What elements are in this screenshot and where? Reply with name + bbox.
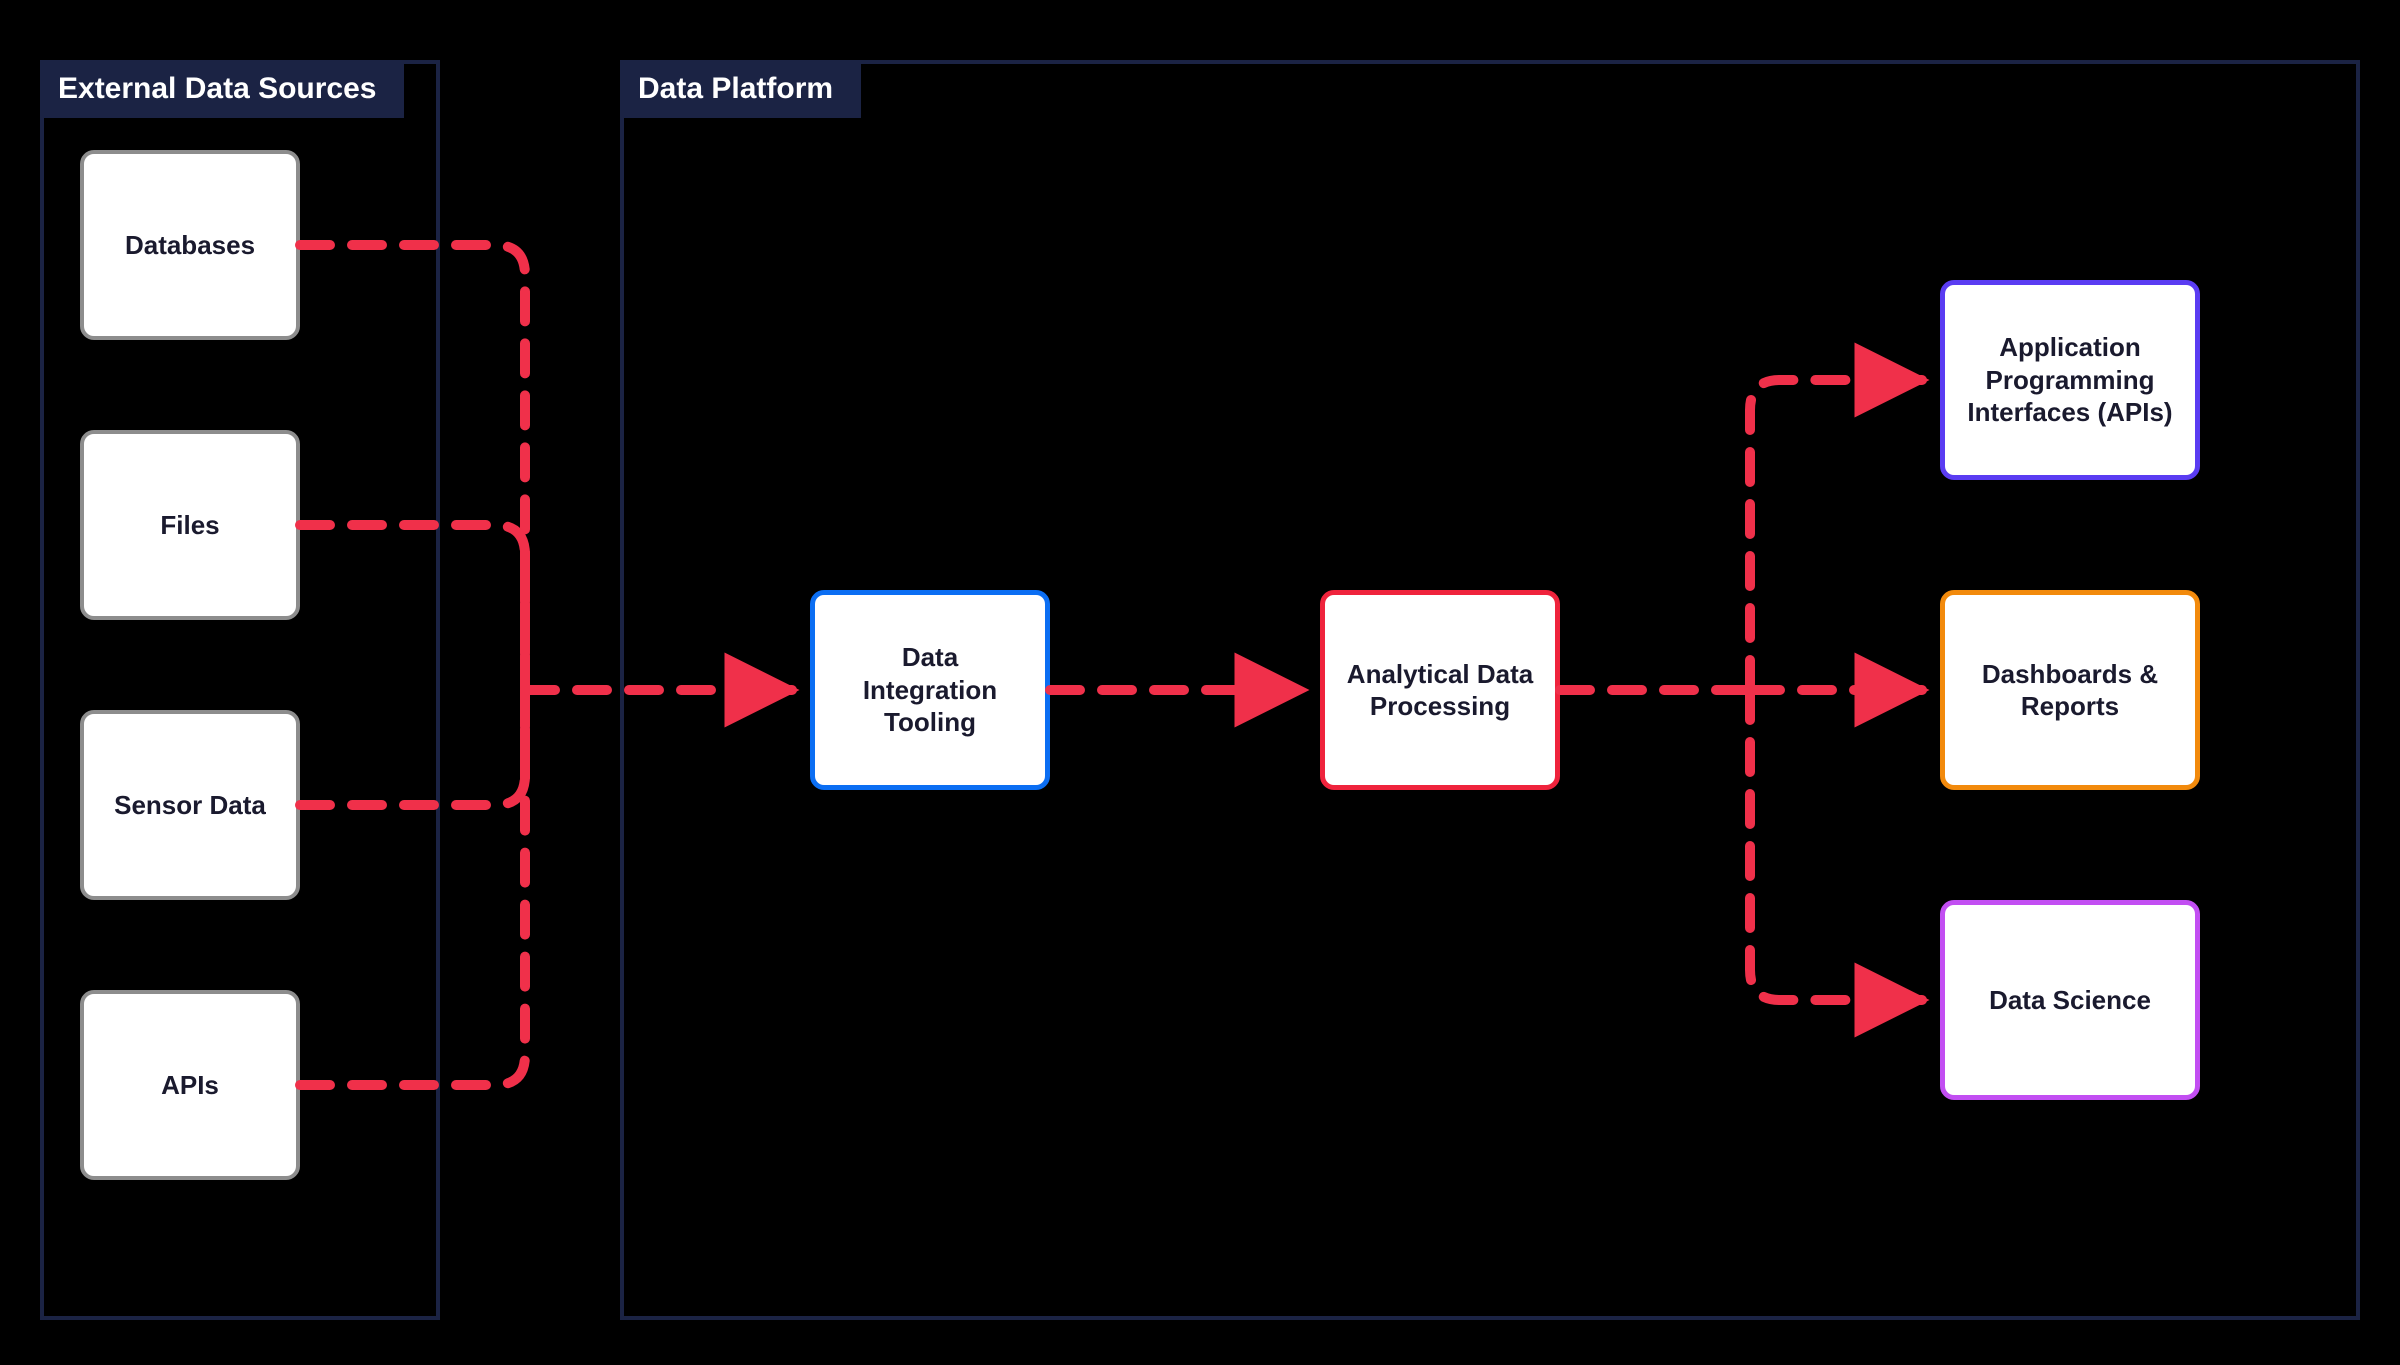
node-dashboards-reports: Dashboards & Reports <box>1940 590 2200 790</box>
group-platform-title: Data Platform <box>620 60 861 118</box>
group-external-title: External Data Sources <box>40 60 404 118</box>
node-databases: Databases <box>80 150 300 340</box>
node-data-science: Data Science <box>1940 900 2200 1100</box>
node-sensor-data: Sensor Data <box>80 710 300 900</box>
node-apis-source: APIs <box>80 990 300 1180</box>
node-analytical-data-processing: Analytical Data Processing <box>1320 590 1560 790</box>
node-apis-output: Application Programming Interfaces (APIs… <box>1940 280 2200 480</box>
node-data-integration-tooling: Data Integration Tooling <box>810 590 1050 790</box>
node-files: Files <box>80 430 300 620</box>
diagram-canvas: External Data Sources Data Platform Data… <box>0 0 2400 1365</box>
